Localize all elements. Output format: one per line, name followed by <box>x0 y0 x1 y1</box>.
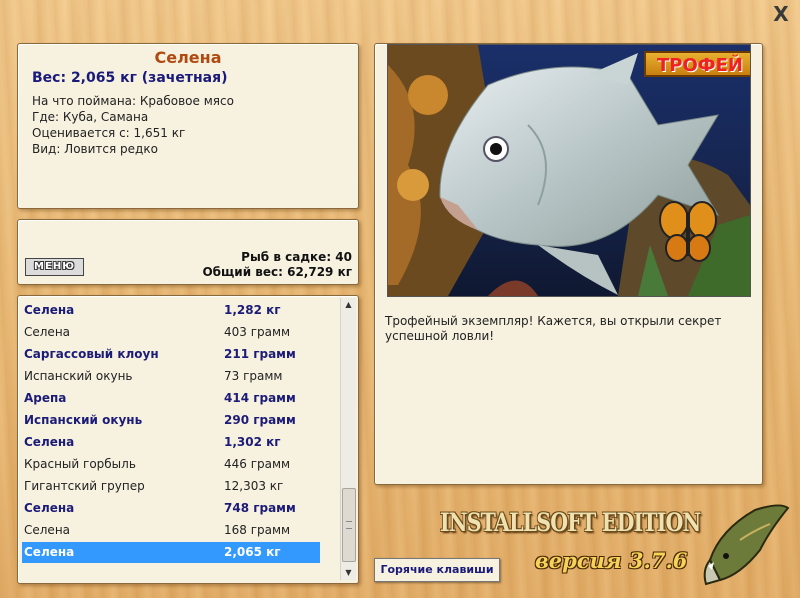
catch-list-item[interactable]: Красный горбыль 446 грамм <box>22 454 320 475</box>
catch-fish-weight: 446 грамм <box>224 457 291 471</box>
trophy-badge: ТРОФЕЙ <box>644 51 750 77</box>
fish-photo: ТРОФЕЙ <box>387 44 751 297</box>
catch-list[interactable]: Селена 1,282 кг Селена 403 грамм Саргассовый… <box>17 295 359 584</box>
bait-info: На что поймана: Крабовое мясо <box>32 94 234 108</box>
scroll-up-arrow-icon[interactable]: ▲ <box>341 298 356 312</box>
fish-weight-label: Вес: 2,065 кг (зачетная) <box>32 70 228 86</box>
catch-list-item[interactable]: Селена 403 грамм <box>22 322 320 343</box>
catch-list-item[interactable]: Испанский окунь 290 грамм <box>22 410 320 431</box>
catch-fish-name: Гигантский групер <box>24 479 145 493</box>
place-info: Где: Куба, Самана <box>32 110 149 124</box>
catch-fish-weight: 1,282 кг <box>224 303 281 317</box>
catch-fish-weight: 73 грамм <box>224 369 283 383</box>
catch-fish-weight: 12,303 кг <box>224 479 284 493</box>
valued-info: Оценивается с: 1,651 кг <box>32 126 186 140</box>
catch-list-item[interactable]: Селена 168 грамм <box>22 520 320 541</box>
catch-list-item[interactable]: Селена 748 грамм <box>22 498 320 519</box>
catch-fish-name: Селена <box>24 325 71 339</box>
catch-list-item[interactable]: Испанский окунь 73 грамм <box>22 366 320 387</box>
hotkeys-button[interactable]: Горячие клавиши <box>374 558 500 582</box>
catch-fish-weight: 168 грамм <box>224 523 291 537</box>
catch-fish-name: Испанский окунь <box>24 413 143 427</box>
catch-fish-weight: 211 грамм <box>224 347 296 361</box>
catch-fish-name: Селена <box>24 435 75 449</box>
keepnet-summary-panel: МЕНЮ Рыб в садке: 40 Общий вес: 62,729 к… <box>17 219 359 285</box>
version-label: версия 3.7.6 <box>535 548 688 573</box>
catch-fish-name: Селена <box>24 501 75 515</box>
catch-fish-weight: 2,065 кг <box>224 545 281 559</box>
close-button[interactable]: X <box>772 4 790 24</box>
kind-info: Вид: Ловится редко <box>32 142 158 156</box>
catch-fish-weight: 748 грамм <box>224 501 296 515</box>
catch-fish-name: Саргассовый клоун <box>24 347 159 361</box>
catch-fish-name: Арепа <box>24 391 67 405</box>
catch-fish-weight: 1,302 кг <box>224 435 281 449</box>
catch-list-item[interactable]: Селена 1,302 кг <box>22 432 320 453</box>
catch-fish-weight: 403 грамм <box>224 325 291 339</box>
catch-fish-name: Селена <box>24 303 75 317</box>
catch-list-item[interactable]: Селена 2,065 кг <box>22 542 320 563</box>
total-weight-label: Общий вес: 62,729 кг <box>202 265 352 279</box>
fish-photo-graphic <box>388 45 750 296</box>
pike-logo-icon <box>703 504 790 586</box>
scroll-thumb[interactable] <box>342 488 356 562</box>
catch-list-item[interactable]: Селена 1,282 кг <box>22 300 320 321</box>
trophy-description: Трофейный экземпляр! Кажется, вы открыли… <box>385 314 722 343</box>
catch-fish-weight: 414 грамм <box>224 391 296 405</box>
catch-fish-weight: 290 грамм <box>224 413 296 427</box>
list-scrollbar[interactable]: ▲ ▼ <box>340 298 356 580</box>
menu-button[interactable]: МЕНЮ <box>25 258 84 276</box>
catch-list-item[interactable]: Саргассовый клоун 211 грамм <box>22 344 320 365</box>
catch-fish-name: Красный горбыль <box>24 457 136 471</box>
catch-list-item[interactable]: Гигантский групер 12,303 кг <box>22 476 320 497</box>
fish-info-panel: Селена Вес: 2,065 кг (зачетная) На что п… <box>17 43 359 209</box>
catch-fish-name: Селена <box>24 545 75 559</box>
catch-list-item[interactable]: Арепа 414 грамм <box>22 388 320 409</box>
edition-logo: INSTALLSOFT EDITION <box>440 508 701 537</box>
trophy-panel: ТРОФЕЙ Трофейный экземпляр! Кажется, вы … <box>374 43 763 485</box>
catch-fish-name: Селена <box>24 523 71 537</box>
fish-name-title: Селена <box>154 48 222 67</box>
catch-fish-name: Испанский окунь <box>24 369 133 383</box>
scroll-down-arrow-icon[interactable]: ▼ <box>341 566 356 580</box>
keep-count-label: Рыб в садке: 40 <box>241 250 352 264</box>
